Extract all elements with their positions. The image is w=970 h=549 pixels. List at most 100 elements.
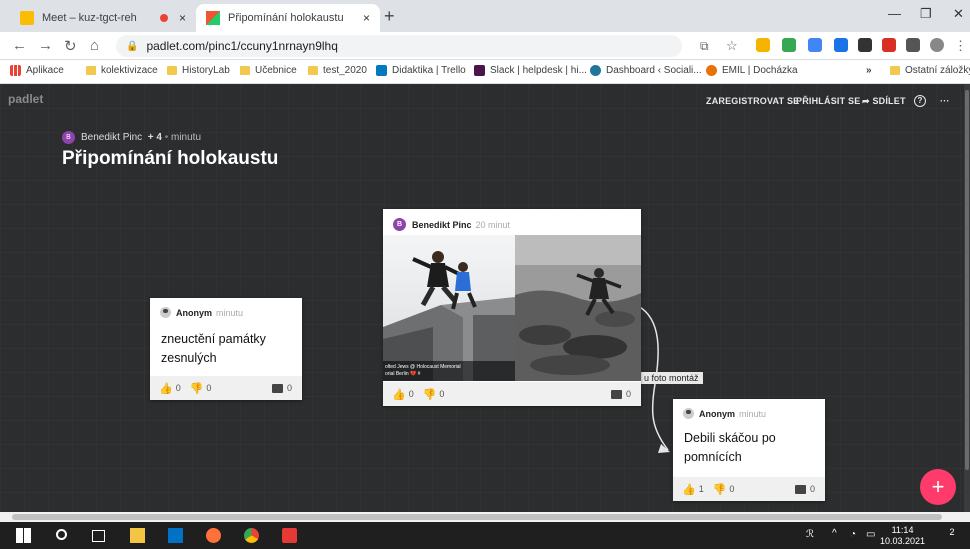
bookmark-apps[interactable]: Aplikace: [10, 65, 64, 76]
app-icon[interactable]: [282, 528, 297, 543]
comments-button[interactable]: 0: [794, 484, 815, 494]
post-footer: 👍 0 👎 0 0: [150, 376, 302, 400]
people-icon[interactable]: ℛ: [806, 529, 814, 540]
add-post-button[interactable]: +: [920, 469, 956, 505]
extension-icon[interactable]: [858, 38, 872, 52]
thumbs-up-icon: 👍: [159, 382, 173, 395]
close-window-icon[interactable]: ✕: [953, 6, 964, 22]
comment-icon: [794, 484, 806, 494]
anonymous-avatar-icon: [160, 307, 171, 318]
back-icon[interactable]: ←: [12, 37, 27, 54]
horizontal-scrollbar[interactable]: [0, 512, 970, 522]
post-header: B Benedikt Pinc 20 minut: [393, 218, 510, 231]
extension-icon[interactable]: [756, 38, 770, 52]
forward-icon[interactable]: →: [38, 37, 53, 54]
dislike-button[interactable]: 👎 0: [423, 388, 445, 401]
star-icon[interactable]: ☆: [726, 38, 738, 54]
bookmark-folder[interactable]: HistoryLab: [167, 65, 230, 76]
tab-padlet[interactable]: Připomínání holokaustu ×: [196, 4, 380, 32]
url-text: padlet.com/pinc1/ccuny1nrnayn9lhq: [146, 39, 338, 53]
address-bar-row: ← → ↻ ⌂ 🔒 padlet.com/pinc1/ccuny1nrnayn9…: [0, 32, 970, 60]
like-button[interactable]: 👍 1: [682, 483, 704, 496]
folder-icon: [308, 66, 318, 75]
browser-tab-bar: Meet – kuz-tgct-reh × Připomínání holoka…: [0, 0, 970, 32]
anonymous-avatar-icon: [683, 408, 694, 419]
post-header: Anonym minutu: [683, 408, 766, 419]
file-explorer-icon[interactable]: [130, 528, 145, 543]
like-button[interactable]: 👍 0: [159, 382, 181, 395]
search-icon[interactable]: [56, 529, 67, 540]
chrome-icon[interactable]: [244, 528, 259, 543]
outlook-icon[interactable]: [168, 528, 183, 543]
extension-icon[interactable]: [782, 38, 796, 52]
bw-photo-image: [515, 235, 641, 381]
system-clock[interactable]: 11:14 10.03.2021: [880, 525, 925, 547]
reload-icon[interactable]: ↻: [64, 37, 77, 55]
bookmark-slack[interactable]: Slack | helpdesk | hi...: [474, 65, 587, 76]
windows-start-icon[interactable]: [16, 528, 31, 543]
home-icon[interactable]: ⌂: [90, 37, 99, 54]
bookmark-emil[interactable]: EMIL | Docházka: [706, 65, 798, 76]
thumbs-up-icon: 👍: [682, 483, 696, 496]
thumbs-down-icon: 👎: [189, 382, 204, 395]
new-tab-button[interactable]: +: [384, 6, 395, 27]
post-card[interactable]: Anonym minutu Debili skáčou po pomnících 👍…: [673, 399, 825, 501]
bookmark-wordpress[interactable]: Dashboard ‹ Sociali...: [590, 65, 702, 76]
photo-bw-montage[interactable]: [515, 235, 641, 381]
extensions-puzzle-icon[interactable]: [906, 38, 920, 52]
bookmark-trello[interactable]: Didaktika | Trello: [376, 65, 466, 76]
chevron-up-icon[interactable]: ^: [832, 528, 837, 539]
extension-icon[interactable]: [834, 38, 848, 52]
photo-memorial-jump[interactable]: olted Jews @ Holocaust Memorial orial Be…: [383, 235, 515, 381]
maximize-icon[interactable]: ❐: [920, 6, 932, 22]
battery-icon[interactable]: ▭: [866, 529, 875, 540]
bookmark-folder[interactable]: test_2020: [308, 65, 367, 76]
emil-icon: [706, 65, 717, 76]
dislike-button[interactable]: 👎 0: [713, 483, 735, 496]
bookmarks-bar: Aplikace kolektivizace HistoryLab Učebni…: [0, 60, 970, 84]
comment-icon: [610, 389, 622, 399]
padlet-board[interactable]: padlet ZAREGISTROVAT SE PŘIHLÁSIT SE ➦ S…: [0, 84, 964, 512]
minimize-icon[interactable]: —: [888, 6, 901, 21]
tab-close-icon[interactable]: ×: [363, 11, 370, 25]
post-text: zneuctění památky zesnulých: [161, 332, 266, 365]
folder-icon: [167, 66, 177, 75]
comments-button[interactable]: 0: [610, 389, 631, 399]
menu-kebab-icon[interactable]: ⋮: [954, 38, 967, 54]
notifications-icon[interactable]: 2: [944, 527, 960, 543]
post-card[interactable]: B Benedikt Pinc 20 minut olted Jews @ Ho…: [383, 209, 641, 406]
wordpress-icon: [590, 65, 601, 76]
like-button[interactable]: 👍 0: [392, 388, 414, 401]
wifi-icon[interactable]: ◔: [850, 529, 856, 540]
task-view-icon[interactable]: [92, 530, 105, 542]
thumbs-up-icon: 👍: [392, 388, 406, 401]
extension-icon[interactable]: [808, 38, 822, 52]
post-card[interactable]: Anonym minutu zneuctění památky zesnulých …: [150, 298, 302, 400]
scrollbar-thumb[interactable]: [12, 514, 942, 520]
padlet-icon: [206, 11, 220, 25]
tab-meet[interactable]: Meet – kuz-tgct-reh ×: [10, 4, 196, 32]
scrollbar-thumb[interactable]: [965, 90, 969, 470]
bookmark-other[interactable]: Ostatní záložky: [890, 65, 970, 76]
bookmarks-overflow-button[interactable]: »: [866, 65, 872, 76]
thumbs-down-icon: 👎: [422, 388, 437, 401]
comment-icon: [271, 383, 283, 393]
avatar: B: [393, 218, 406, 231]
post-footer: 👍 0 👎 0 0: [383, 382, 641, 406]
dislike-button[interactable]: 👎 0: [190, 382, 212, 395]
url-field[interactable]: 🔒 padlet.com/pinc1/ccuny1nrnayn9lhq: [116, 35, 682, 57]
bookmark-folder[interactable]: kolektivizace: [86, 65, 158, 76]
post-footer: 👍 1 👎 0 0: [673, 477, 825, 501]
comments-button[interactable]: 0: [271, 383, 292, 393]
thumbs-down-icon: 👎: [712, 483, 727, 496]
tab-label: Připomínání holokaustu: [228, 12, 344, 24]
photo-caption: olted Jews @ Holocaust Memorial: [385, 364, 461, 370]
tab-close-icon[interactable]: ×: [179, 11, 186, 25]
firefox-icon[interactable]: [206, 528, 221, 543]
bookmark-folder[interactable]: Učebnice: [240, 65, 297, 76]
install-icon[interactable]: ⧉: [700, 39, 709, 54]
profile-avatar-icon[interactable]: [930, 38, 944, 52]
gmail-icon[interactable]: [882, 38, 896, 52]
vertical-scrollbar[interactable]: [964, 84, 970, 512]
folder-icon: [86, 66, 96, 75]
